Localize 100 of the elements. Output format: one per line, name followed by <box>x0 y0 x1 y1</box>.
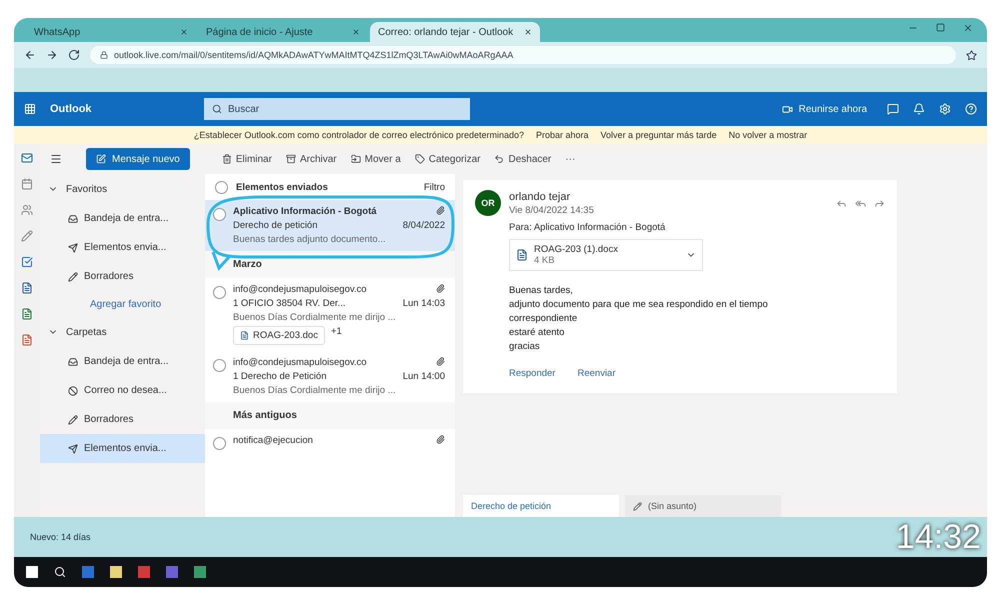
address-bar[interactable]: outlook.live.com/mail/0/sentitems/id/AQMkADAwATYwMAItMTQ4ZS1lZmQ3LTAwAi0wMAoARgAAA <box>90 46 956 64</box>
more-button[interactable]: ··· <box>565 154 576 164</box>
help-icon[interactable] <box>965 103 977 115</box>
settings-icon[interactable] <box>939 103 951 115</box>
toolbar-button[interactable]: Archivar <box>286 154 337 164</box>
message-action-link[interactable]: Responder <box>509 368 556 379</box>
list-title: Elementos enviados <box>236 182 329 192</box>
select-icon[interactable] <box>213 359 226 372</box>
new-message-button[interactable]: Mensaje nuevo <box>86 148 190 170</box>
toolbar-button[interactable]: Eliminar <box>222 154 272 164</box>
pencil-icon[interactable] <box>21 230 33 242</box>
toolbar-button[interactable]: Deshacer <box>494 154 552 164</box>
folder-item[interactable]: Bandeja de entra... <box>40 204 205 233</box>
document-icon <box>516 249 528 261</box>
pencil-icon <box>633 502 642 510</box>
message-item[interactable]: Aplicativo Información - Bogotá Derecho de petición 8/04/2022 Buenas tardes adjunto documento... <box>205 200 455 251</box>
select-icon[interactable] <box>213 286 226 299</box>
date: Lun 14:00 <box>402 371 445 382</box>
sender-name: notifica@ejecucion <box>233 435 313 446</box>
paperclip-icon <box>436 284 445 293</box>
reply-all-icon[interactable] <box>855 198 866 208</box>
meet-now-button[interactable]: Reunirse ahora <box>776 102 873 116</box>
preview: Buenos Días Cordialmente me dirijo ... <box>233 385 397 396</box>
banner-link[interactable]: Probar ahora <box>536 130 589 140</box>
excel-icon[interactable] <box>21 308 33 320</box>
word-icon[interactable] <box>21 282 33 294</box>
powerpoint-icon[interactable] <box>21 334 33 346</box>
chat-icon[interactable] <box>887 103 899 115</box>
browser-tab[interactable]: Página de inicio - Ajuste <box>198 22 368 42</box>
bell-icon[interactable] <box>913 103 925 115</box>
inbox-icon <box>68 214 78 224</box>
reply-icon[interactable] <box>836 198 847 208</box>
folder-section-title[interactable]: Carpetas <box>40 317 205 347</box>
app-launcher-icon[interactable] <box>24 103 36 115</box>
toolbar-button[interactable]: Categorizar <box>414 154 480 164</box>
message-action-link[interactable]: Reenviar <box>577 368 616 379</box>
attachment-name: ROAG-203 (1).docx <box>534 244 619 255</box>
select-all-icon[interactable] <box>215 180 228 194</box>
close-tab-icon[interactable] <box>524 28 532 36</box>
banner-link[interactable]: Volver a preguntar más tarde <box>600 130 717 140</box>
group-heading: Más antiguos <box>205 402 455 429</box>
banner-message: ¿Establecer Outlook.com como controlador de correo electrónico predeterminado? <box>194 130 524 140</box>
send-icon <box>68 242 78 252</box>
menu-icon[interactable] <box>50 153 62 165</box>
paperclip-icon <box>436 206 445 215</box>
folder-item[interactable]: Elementos envia... <box>40 233 205 262</box>
date: 8/04/2022 <box>402 220 445 231</box>
sender-name: Aplicativo Información - Bogotá <box>233 206 377 217</box>
browser-tab[interactable]: Correo: orlando tejar - Outlook <box>370 22 540 42</box>
folder-item[interactable]: Elementos envia... <box>40 434 205 463</box>
body-line: adjunto documento para que me sea respondido en el tiempo <box>509 299 769 310</box>
attachment-size: 4 KB <box>534 255 556 266</box>
lock-icon <box>100 51 108 59</box>
folder-item[interactable]: Borradores <box>40 405 205 434</box>
video-camera-icon <box>782 104 793 114</box>
folder-section-title[interactable]: Favoritos <box>40 174 205 204</box>
folder-item[interactable]: Bandeja de entra... <box>40 347 205 376</box>
undo-icon <box>494 154 504 164</box>
preview: Buenos Días Cordialmente me dirijo ... <box>233 312 397 323</box>
add-favorite-link[interactable]: Agregar favorito <box>40 291 205 317</box>
todo-icon[interactable] <box>21 256 33 268</box>
more-attachments: +1 <box>330 326 342 339</box>
trash-icon <box>222 154 232 164</box>
paperclip-icon <box>436 357 445 366</box>
people-icon[interactable] <box>21 204 33 216</box>
compose-tab[interactable]: Derecho de petición <box>463 495 619 517</box>
start-icon[interactable] <box>26 566 38 578</box>
video-duration: 14:32 <box>896 518 981 557</box>
attachment-card[interactable]: ROAG-203 (1).docx 4 KB <box>509 239 703 271</box>
body-line: Buenas tardes, <box>509 285 574 296</box>
tag-icon <box>414 154 425 164</box>
sender-name: orlando tejar <box>509 190 572 202</box>
star-icon[interactable] <box>966 50 977 60</box>
folder-item[interactable]: Correo no desea... <box>40 376 205 405</box>
forward-icon[interactable] <box>46 49 58 61</box>
inbox-icon <box>68 356 78 366</box>
toolbar-button[interactable]: Mover a <box>350 154 401 164</box>
filter-button[interactable]: Filtro <box>424 182 445 192</box>
back-icon[interactable] <box>24 49 36 61</box>
close-icon[interactable] <box>963 22 973 32</box>
body-line: gracias <box>509 341 541 352</box>
banner-link[interactable]: No volver a mostrar <box>728 130 808 140</box>
close-tab-icon[interactable] <box>352 28 360 36</box>
folder-item[interactable]: Borradores <box>40 262 205 291</box>
search-field[interactable]: Buscar <box>204 98 470 120</box>
document-icon <box>240 331 249 340</box>
mail-icon[interactable] <box>21 152 33 164</box>
body-line: correspondiente <box>509 313 578 324</box>
search-icon[interactable] <box>54 566 66 578</box>
attachment-chip[interactable]: ROAG-203.doc <box>233 326 325 345</box>
browser-tab[interactable]: WhatsApp <box>26 22 196 42</box>
compose-tab[interactable]: (Sin asunto) <box>625 495 781 517</box>
sender-name: info@condejusmapuloisegov.co <box>233 284 367 295</box>
compose-icon <box>96 154 106 164</box>
close-tab-icon[interactable] <box>180 28 188 36</box>
select-icon[interactable] <box>213 208 226 221</box>
select-icon[interactable] <box>213 437 226 450</box>
maximize-icon[interactable] <box>936 22 945 32</box>
calendar-icon[interactable] <box>21 178 33 190</box>
reload-icon[interactable] <box>68 49 80 61</box>
